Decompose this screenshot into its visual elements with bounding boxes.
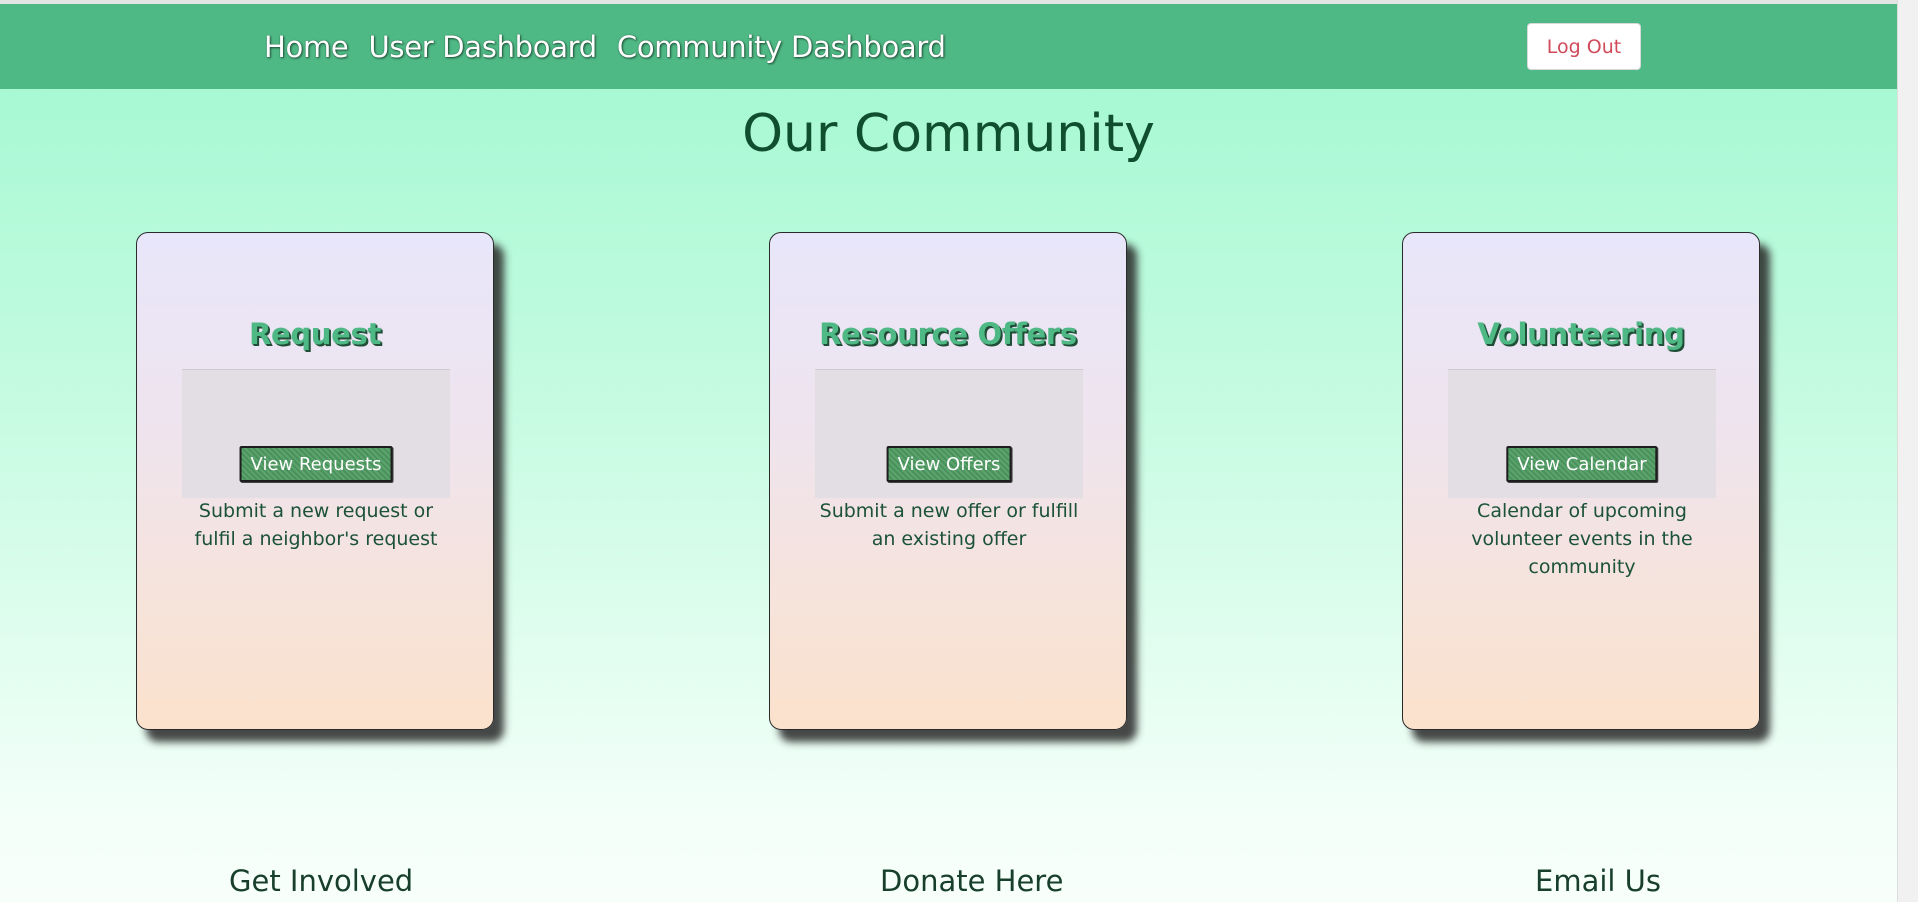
nav-link-home[interactable]: Home <box>264 30 349 64</box>
logout-button[interactable]: Log Out <box>1527 23 1641 70</box>
footer-link-donate-here[interactable]: Donate Here <box>880 864 1063 898</box>
top-navbar: Home User Dashboard Community Dashboard … <box>0 4 1897 89</box>
card-description: Submit a new offer or fulfill an existin… <box>819 500 1079 550</box>
card-title: Request <box>248 317 382 351</box>
card-request: Request View Requests Submit a new reque… <box>136 232 494 730</box>
card-button-panel: View Calendar <box>1448 369 1716 498</box>
page-title: Our Community <box>742 104 1155 164</box>
view-offers-button[interactable]: View Offers <box>886 446 1012 482</box>
footer-link-email-us[interactable]: Email Us <box>1535 864 1661 898</box>
card-button-panel: View Requests <box>182 369 450 498</box>
nav-links: Home User Dashboard Community Dashboard <box>264 30 946 64</box>
card-title: Resource Offers <box>819 317 1077 351</box>
view-calendar-button[interactable]: View Calendar <box>1506 446 1658 482</box>
card-resource-offers: Resource Offers View Offers Submit a new… <box>769 232 1127 730</box>
card-description: Calendar of upcoming volunteer events in… <box>1471 500 1693 578</box>
card-description: Submit a new request or fulfil a neighbo… <box>194 500 438 550</box>
card-title: Volunteering <box>1477 317 1685 351</box>
nav-link-community-dashboard[interactable]: Community Dashboard <box>617 30 946 64</box>
card-volunteering: Volunteering View Calendar Calendar of u… <box>1402 232 1760 730</box>
nav-link-user-dashboard[interactable]: User Dashboard <box>368 30 597 64</box>
card-button-panel: View Offers <box>815 369 1083 498</box>
vertical-scrollbar[interactable] <box>1897 0 1918 902</box>
footer-link-get-involved[interactable]: Get Involved <box>229 864 413 898</box>
view-requests-button[interactable]: View Requests <box>239 446 393 482</box>
